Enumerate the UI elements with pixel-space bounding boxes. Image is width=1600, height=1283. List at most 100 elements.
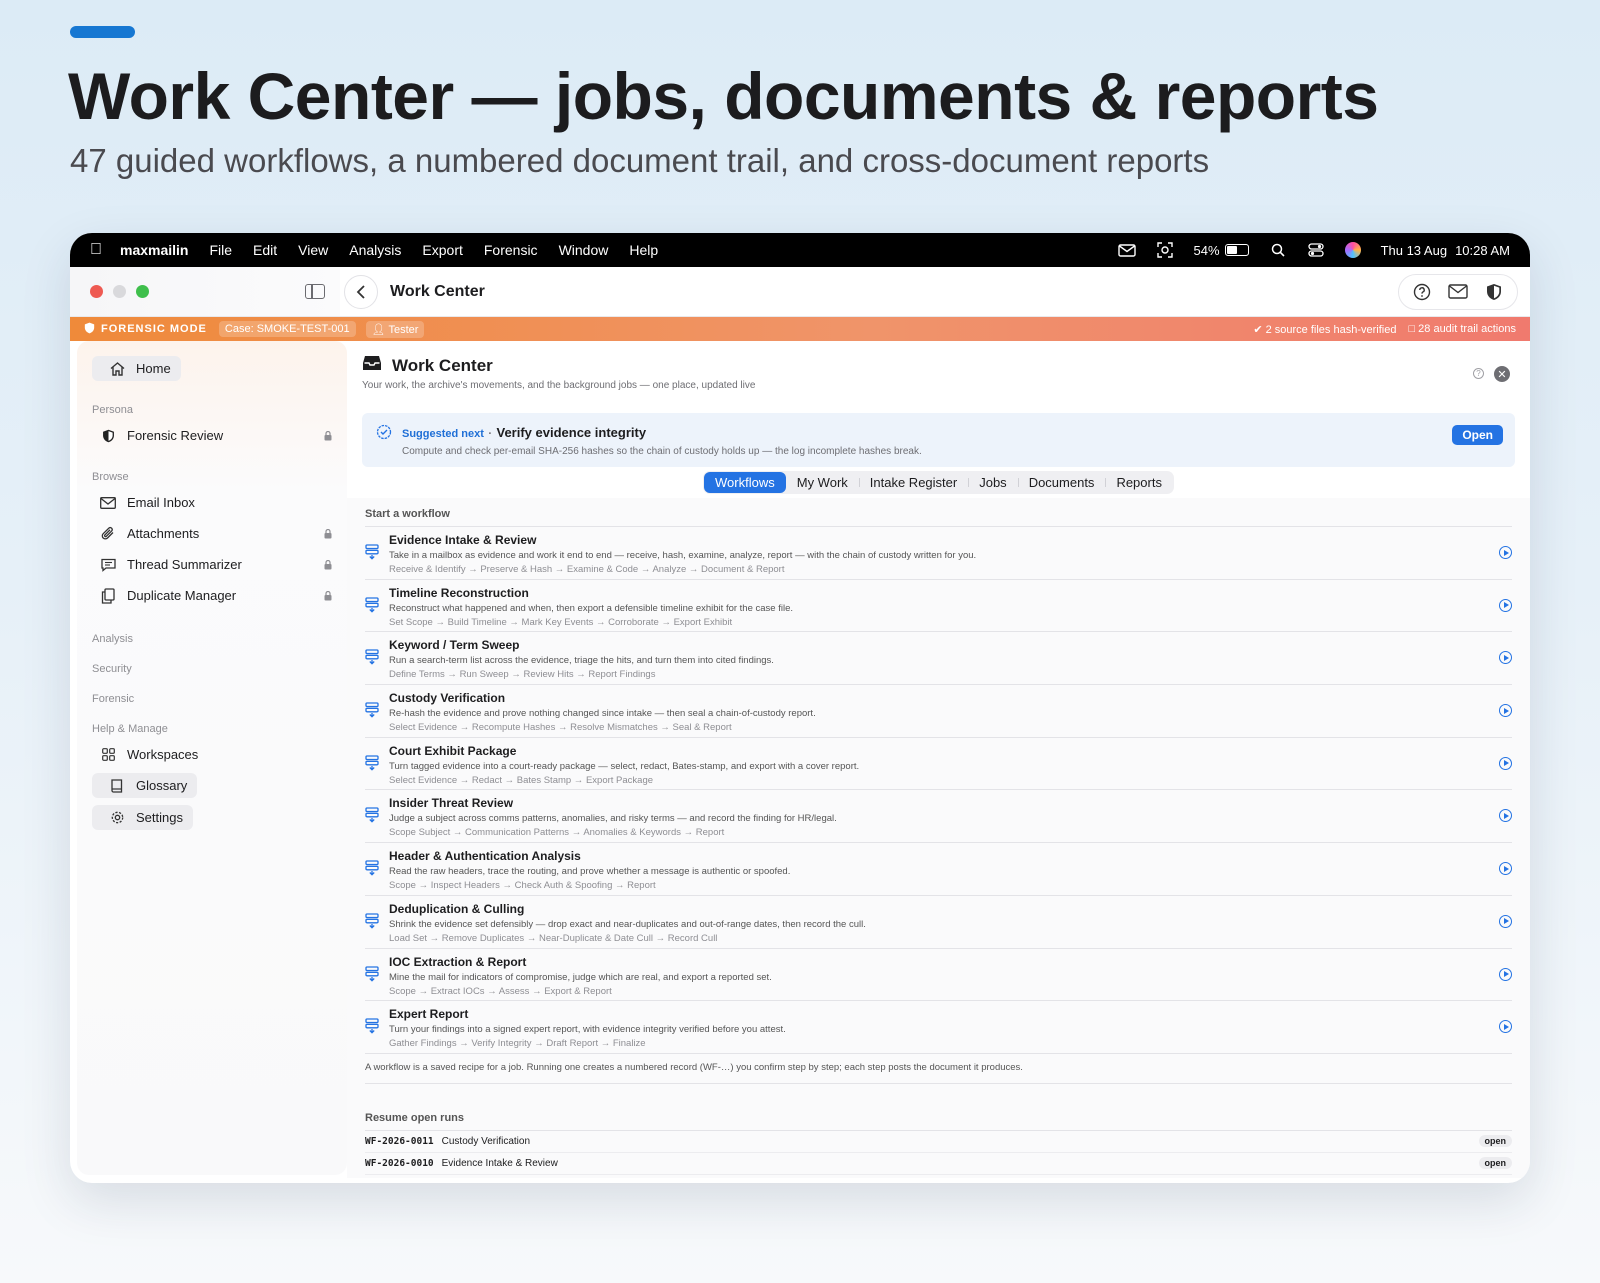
sidebar-item-duplicate-manager[interactable]: Duplicate Manager <box>92 580 332 611</box>
workflow-steps-icon <box>365 544 379 565</box>
workflow-row[interactable]: IOC Extraction & Report Mine the mail for… <box>365 949 1512 1002</box>
sidebar-item-settings[interactable]: Settings <box>92 802 332 833</box>
screen-capture-icon[interactable] <box>1156 242 1174 258</box>
workflow-footnote: A workflow is a saved recipe for a job. … <box>365 1054 1512 1084</box>
menu-help[interactable]: Help <box>629 242 658 258</box>
sidebar-section-security[interactable]: Security <box>92 663 332 675</box>
play-icon[interactable] <box>1499 809 1512 823</box>
play-icon[interactable] <box>1499 1020 1512 1034</box>
minimize-window-button[interactable] <box>113 285 126 298</box>
menu-file[interactable]: File <box>209 242 232 258</box>
play-icon[interactable] <box>1499 914 1512 928</box>
tab-workflows[interactable]: Workflows <box>704 472 786 493</box>
menu-analysis[interactable]: Analysis <box>349 242 401 258</box>
workflow-description: Turn your findings into a signed expert … <box>389 1024 786 1036</box>
sidebar-item-label: Attachments <box>127 526 200 541</box>
tab-documents[interactable]: Documents <box>1017 472 1106 493</box>
hero-title: Work Center — jobs, documents & reports <box>68 59 1379 133</box>
case-badge[interactable]: Case: SMOKE-TEST-001 <box>218 321 356 337</box>
sidebar-section-analysis[interactable]: Analysis <box>92 633 332 645</box>
workflow-row[interactable]: Expert Report Turn your findings into a s… <box>365 1001 1512 1054</box>
menubar-date[interactable]: Thu 13 Aug <box>1381 243 1448 258</box>
workflow-steps: Select Evidence → Recompute Hashes → Res… <box>389 722 732 734</box>
workflow-row[interactable]: Keyword / Term Sweep Run a search-term li… <box>365 632 1512 686</box>
tab-intake-register[interactable]: Intake Register <box>858 472 968 493</box>
siri-icon[interactable] <box>1344 242 1361 258</box>
audit-trail-status[interactable]: □ 28 audit trail actions <box>1408 323 1516 336</box>
grid-icon <box>99 746 117 764</box>
sidebar-item-email-inbox[interactable]: Email Inbox <box>92 487 332 518</box>
play-icon[interactable] <box>1499 967 1512 981</box>
apple-icon[interactable]:  <box>90 241 102 259</box>
menu-edit[interactable]: Edit <box>253 242 277 258</box>
open-run-row[interactable]: WF-2026-0011 Custody Verification open <box>365 1131 1512 1153</box>
menu-export[interactable]: Export <box>422 242 462 258</box>
open-button[interactable]: Open <box>1452 425 1503 445</box>
workflow-row[interactable]: Insider Threat Review Judge a subject acr… <box>365 790 1512 844</box>
help-icon[interactable]: ? <box>1473 368 1484 379</box>
sidebar-toggle-icon[interactable] <box>305 284 325 299</box>
close-window-button[interactable] <box>90 285 103 298</box>
play-icon[interactable] <box>1499 651 1512 665</box>
help-icon[interactable] <box>1405 277 1439 307</box>
close-icon[interactable]: ✕ <box>1494 366 1510 382</box>
menubar-time[interactable]: 10:28 AM <box>1455 243 1510 258</box>
workflow-row[interactable]: Court Exhibit Package Turn tagged evidenc… <box>365 738 1512 791</box>
sidebar-item-label: Duplicate Manager <box>127 588 237 603</box>
workflow-row[interactable]: Evidence Intake & Review Take in a mailbo… <box>365 527 1512 580</box>
workflow-row[interactable]: Timeline Reconstruction Reconstruct what … <box>365 580 1512 633</box>
workflow-row[interactable]: Custody Verification Re-hash the evidence… <box>365 685 1512 738</box>
open-run-row[interactable]: WF-2026-0010 Evidence Intake & Review open <box>365 1153 1512 1175</box>
tab-jobs[interactable]: Jobs <box>968 472 1017 493</box>
sidebar-section-forensic[interactable]: Forensic <box>92 693 332 705</box>
tab-my-work[interactable]: My Work <box>786 472 859 493</box>
menu-app-name[interactable]: maxmailin <box>120 242 188 258</box>
play-icon[interactable] <box>1499 546 1512 559</box>
play-icon[interactable] <box>1499 862 1512 876</box>
sidebar-item-thread-summarizer[interactable]: Thread Summarizer <box>92 549 332 580</box>
workflow-steps: Scope → Extract IOCs → Assess → Export &… <box>389 985 612 997</box>
workflow-title: Header & Authentication Analysis <box>389 849 581 864</box>
menu-bar:  maxmailin File Edit View Analysis Expo… <box>70 233 1530 267</box>
hash-verified-status[interactable]: ✔ 2 source files hash-verified <box>1253 323 1396 336</box>
sidebar-item-glossary[interactable]: Glossary <box>92 770 332 801</box>
workflow-steps: Gather Findings → Verify Integrity → Dra… <box>389 1038 646 1050</box>
menu-forensic[interactable]: Forensic <box>484 242 538 258</box>
sidebar-item-attachments[interactable]: Attachments <box>92 518 332 549</box>
play-icon[interactable] <box>1499 704 1512 718</box>
spotlight-search-icon[interactable] <box>1269 243 1287 257</box>
mail-status-icon[interactable] <box>1117 243 1136 257</box>
workflow-row[interactable]: Header & Authentication Analysis Read the… <box>365 843 1512 896</box>
workflow-description: Reconstruct what happened and when, then… <box>389 602 794 614</box>
workflow-title: Keyword / Term Sweep <box>389 638 520 653</box>
workflow-steps-icon <box>365 860 379 881</box>
workflow-description: Run a search-term list across the eviden… <box>389 655 774 667</box>
workflow-row[interactable]: Deduplication & Culling Shrink the eviden… <box>365 896 1512 949</box>
inbox-tray-icon <box>362 355 382 376</box>
forensic-mode-banner: FORENSIC MODE Case: SMOKE-TEST-001 👤︎ Te… <box>70 317 1530 341</box>
menu-window[interactable]: Window <box>559 242 609 258</box>
workflow-steps: Receive & Identify → Preserve & Hash → E… <box>389 564 785 575</box>
person-icon: 👤︎ <box>371 323 389 336</box>
tab-reports[interactable]: Reports <box>1105 472 1173 493</box>
shield-icon[interactable] <box>1477 277 1511 307</box>
play-icon[interactable] <box>1499 756 1512 770</box>
zoom-window-button[interactable] <box>136 285 149 298</box>
sidebar-item-workspaces[interactable]: Workspaces <box>92 739 332 770</box>
mail-icon[interactable] <box>1441 277 1475 307</box>
back-button[interactable] <box>344 274 378 309</box>
user-badge[interactable]: 👤︎ Tester <box>365 320 425 338</box>
workflow-steps-icon <box>365 1018 379 1039</box>
suggested-next-card[interactable]: Suggested next · Verify evidence integri… <box>362 413 1515 467</box>
play-icon[interactable] <box>1499 598 1512 612</box>
workflow-description: Read the raw headers, trace the routing,… <box>389 866 791 878</box>
control-center-icon[interactable] <box>1307 243 1325 257</box>
sidebar-item-forensic-review[interactable]: Forensic Review <box>92 420 332 451</box>
verified-badge-icon: ✔ <box>1253 323 1266 336</box>
sidebar-item-home[interactable]: Home <box>92 353 332 384</box>
menu-view[interactable]: View <box>298 242 328 258</box>
workflow-steps-icon <box>365 702 379 723</box>
battery-indicator[interactable]: 54% <box>1194 243 1249 258</box>
hero-subtitle: 47 guided workflows, a numbered document… <box>70 142 1210 179</box>
workflow-steps: Scope Subject → Communication Patterns →… <box>389 827 725 839</box>
